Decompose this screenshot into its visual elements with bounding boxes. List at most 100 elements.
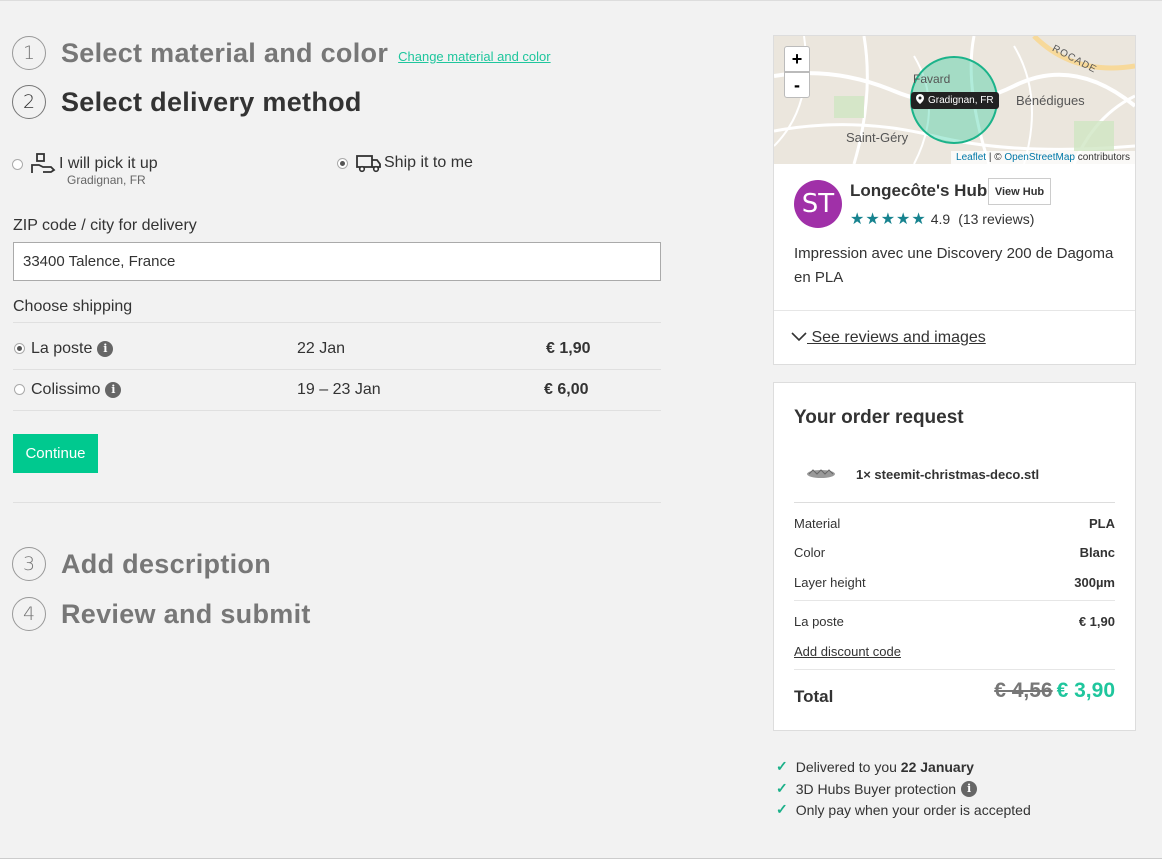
see-reviews-text: See reviews and images — [807, 329, 986, 346]
step-number: 2 — [12, 85, 46, 119]
new-total: € 3,90 — [1056, 679, 1115, 702]
model-thumbnail — [806, 467, 836, 485]
continue-button[interactable]: Continue — [13, 434, 98, 473]
summary-value: Blanc — [1079, 545, 1115, 560]
zoom-in-button[interactable]: + — [784, 46, 810, 72]
step-title: Select delivery method — [61, 86, 362, 117]
hand-box-icon — [31, 153, 57, 175]
star-icon: ★ — [880, 211, 896, 228]
step-number: 4 — [12, 597, 46, 631]
summary-value: PLA — [1089, 516, 1115, 531]
divider — [13, 410, 661, 411]
shipping-date: 22 Jan — [297, 339, 346, 357]
old-total: € 4,56 — [994, 679, 1053, 702]
divider — [794, 600, 1115, 601]
guarantee-delivery: ✓ Delivered to you 22 January — [776, 758, 974, 775]
location-pin-icon — [916, 94, 924, 107]
map-place-label: Saint-Géry — [846, 130, 909, 145]
shipping-option-la-poste[interactable]: La poste i 22 Jan € 1,90 — [13, 328, 661, 369]
rating-value: 4.9 — [930, 211, 951, 227]
order-item: 1× steemit-christmas-deco.stl — [856, 467, 1040, 482]
zip-input[interactable]: 33400 Talence, France — [13, 242, 661, 281]
guarantee-text: Delivered to you — [795, 758, 901, 775]
hub-info: ST Longecôte's Hub View Hub ★ ★ ★ ★ ★ 4.… — [774, 164, 1135, 310]
ship-label: Ship it to me — [384, 154, 473, 171]
attr-separator: | © — [986, 152, 1005, 163]
shipping-radio[interactable] — [14, 384, 25, 395]
step-number: 3 — [12, 547, 46, 581]
total-price: € 4,56 € 3,90 — [994, 679, 1115, 703]
star-icon: ★ — [850, 211, 865, 228]
step-1[interactable]: 1 Select material and color Change mater… — [12, 36, 551, 70]
shipping-name: La poste — [31, 339, 93, 357]
zoom-out-button[interactable]: - — [784, 72, 810, 98]
guarantee-payment: ✓ Only pay when your order is accepted — [776, 801, 1031, 818]
shipping-option-colissimo[interactable]: Colissimo i 19 – 23 Jan € 6,00 — [13, 369, 661, 410]
step-title: Select material and color — [61, 37, 389, 68]
guarantee-text: 3D Hubs Buyer protection — [795, 780, 957, 797]
summary-label: La poste — [794, 614, 844, 629]
view-hub-button[interactable]: View Hub — [988, 178, 1051, 205]
chevron-down-icon — [791, 329, 807, 347]
total-label: Total — [794, 687, 834, 706]
hub-map[interactable]: + - Favard Bénédigues Saint-Géry ROCADE … — [774, 36, 1135, 164]
divider — [794, 669, 1115, 670]
summary-label: Material — [794, 516, 841, 531]
divider — [794, 502, 1115, 503]
summary-row-material: Material PLA — [794, 516, 1115, 531]
info-icon[interactable]: i — [961, 780, 978, 797]
map-attribution: Leaflet | © OpenStreetMap contributors — [951, 151, 1135, 164]
pin-text: Gradignan, FR — [928, 95, 994, 106]
avatar[interactable]: ST — [794, 180, 842, 228]
summary-row-layer-height: Layer height 300µm — [794, 575, 1115, 590]
order-card: Your order request 1× steemit-christmas-… — [773, 382, 1136, 731]
step-title: Add description — [61, 548, 272, 579]
summary-value: € 1,90 — [1078, 614, 1115, 629]
order-title: Your order request — [794, 407, 964, 428]
info-icon[interactable]: i — [97, 340, 114, 357]
summary-label: Layer height — [794, 575, 866, 590]
summary-label: Color — [794, 545, 826, 560]
attr-tail: contributors — [1074, 152, 1130, 163]
pickup-option[interactable]: I will pick it up — [12, 153, 158, 175]
divider — [13, 502, 661, 503]
summary-value: 300µm — [1074, 575, 1115, 590]
see-reviews-link[interactable]: See reviews and images — [791, 329, 986, 347]
info-icon[interactable]: i — [105, 381, 122, 398]
leaflet-link[interactable]: Leaflet — [956, 152, 986, 163]
map-pin-label: Gradignan, FR — [911, 92, 999, 109]
guarantee-text: Only pay when your order is accepted — [795, 801, 1031, 818]
rating: ★ ★ ★ ★ ★ 4.9 (13 reviews) — [850, 209, 1034, 229]
shipping-date: 19 – 23 Jan — [297, 380, 381, 398]
shipping-radio[interactable] — [14, 343, 25, 354]
add-discount-link[interactable]: Add discount code — [794, 644, 901, 659]
ship-option[interactable]: Ship it to me — [337, 153, 473, 173]
divider — [774, 310, 1135, 311]
step-3: 3 Add description — [12, 547, 271, 581]
divider — [13, 322, 661, 323]
step-2: 2 Select delivery method — [12, 85, 362, 119]
hub-name[interactable]: Longecôte's Hub — [850, 181, 987, 201]
checkmark-icon: ✓ — [776, 780, 788, 796]
change-material-link[interactable]: Change material and color — [398, 49, 550, 64]
hub-description: Impression avec une Discovery 200 de Dag… — [794, 245, 1114, 286]
truck-icon — [356, 153, 382, 173]
step-title: Review and submit — [61, 598, 311, 629]
zip-label: ZIP code / city for delivery — [13, 217, 197, 234]
step-number: 1 — [12, 36, 46, 70]
shipping-price: € 6,00 — [544, 380, 589, 398]
shipping-label: Choose shipping — [13, 298, 133, 315]
pickup-radio[interactable] — [12, 158, 23, 170]
review-count: (13 reviews) — [958, 211, 1035, 227]
shipping-price: € 1,90 — [546, 339, 591, 357]
ship-radio[interactable] — [337, 157, 348, 169]
checkmark-icon: ✓ — [776, 758, 788, 774]
star-icon: ★ — [865, 211, 880, 228]
osm-link[interactable]: OpenStreetMap — [1004, 152, 1075, 163]
shipping-name: Colissimo — [31, 380, 101, 398]
pickup-label: I will pick it up — [59, 155, 158, 172]
summary-row-shipping: La poste € 1,90 — [794, 614, 1115, 629]
star-icon: ★ — [896, 211, 911, 228]
summary-row-color: Color Blanc — [794, 545, 1115, 560]
pickup-location: Gradignan, FR — [67, 173, 146, 187]
